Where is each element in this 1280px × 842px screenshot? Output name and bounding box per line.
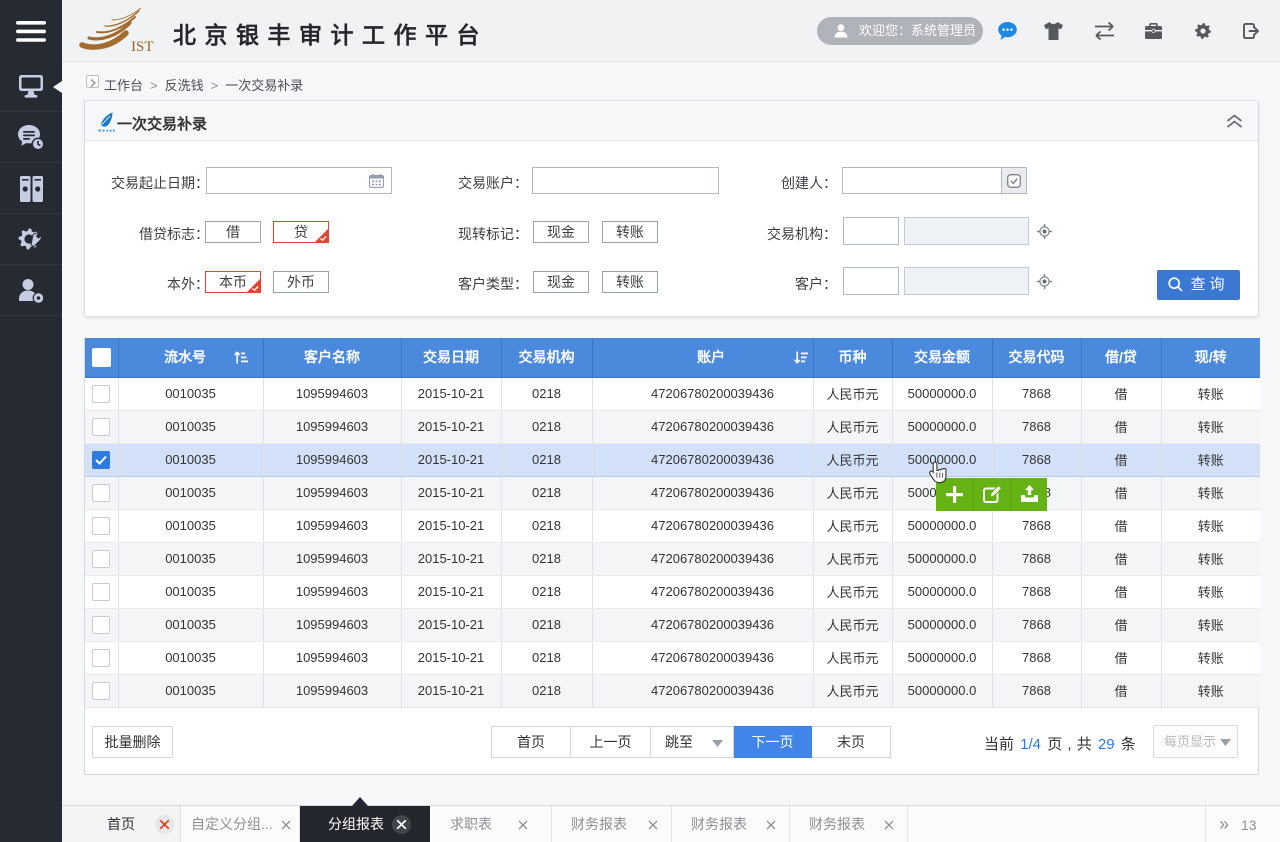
- svg-text:IST: IST: [131, 39, 154, 54]
